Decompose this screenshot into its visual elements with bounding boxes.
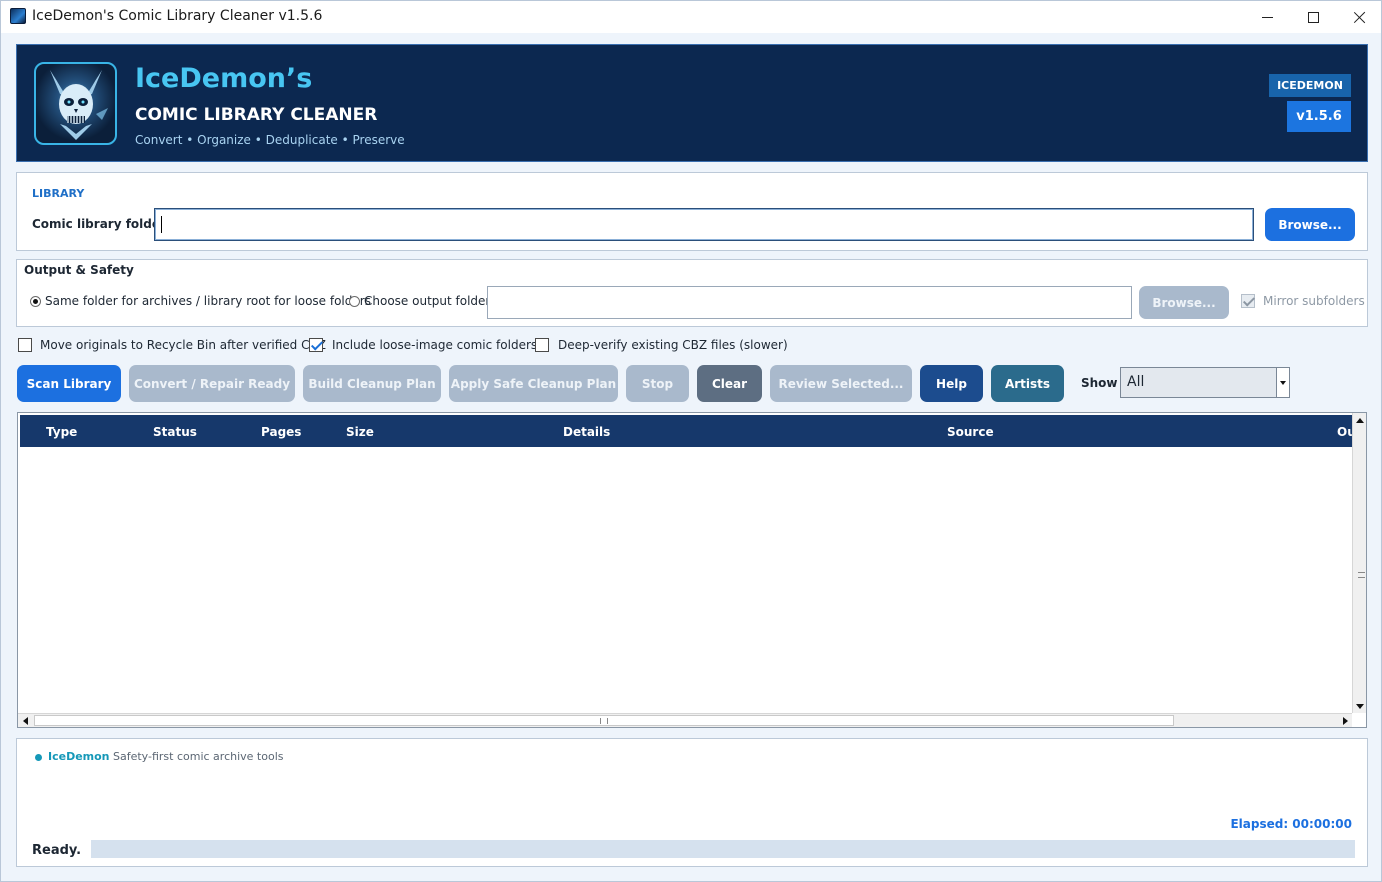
footer-brand: IceDemon bbox=[48, 750, 110, 763]
title-bar[interactable]: IceDemon's Comic Library Cleaner v1.5.6 bbox=[1, 1, 1381, 33]
close-icon bbox=[1353, 11, 1366, 24]
artists-button[interactable]: Artists bbox=[991, 365, 1064, 402]
include-loose-folders-checkbox[interactable] bbox=[309, 338, 323, 352]
review-selected-button[interactable]: Review Selected... bbox=[770, 365, 912, 402]
scroll-down-icon[interactable] bbox=[1353, 699, 1366, 713]
footer-tagline: Safety-first comic archive tools bbox=[113, 750, 284, 763]
recycle-originals-checkbox[interactable] bbox=[18, 338, 32, 352]
grip-icon bbox=[600, 718, 608, 724]
deep-verify-label[interactable]: Deep-verify existing CBZ files (slower) bbox=[558, 338, 788, 352]
app-icon bbox=[10, 8, 26, 24]
app-tagline: Convert • Organize • Deduplicate • Prese… bbox=[135, 133, 405, 147]
minimize-button[interactable] bbox=[1244, 1, 1290, 33]
output-section-title: Output & Safety bbox=[24, 263, 134, 277]
show-filter-label: Show bbox=[1081, 376, 1118, 390]
help-button[interactable]: Help bbox=[920, 365, 983, 402]
chevron-down-icon[interactable] bbox=[1276, 368, 1289, 397]
window-title: IceDemon's Comic Library Cleaner v1.5.6 bbox=[32, 8, 323, 24]
column-header-size[interactable]: Size bbox=[346, 425, 374, 439]
column-header-details[interactable]: Details bbox=[563, 425, 610, 439]
radio-choose-output[interactable] bbox=[349, 296, 360, 307]
library-browse-button[interactable]: Browse... bbox=[1265, 208, 1355, 241]
text-caret bbox=[161, 216, 162, 233]
show-filter-select[interactable]: All bbox=[1120, 367, 1290, 398]
library-panel: LIBRARY Comic library folder Browse... bbox=[16, 172, 1368, 251]
brand-dot-icon bbox=[35, 754, 42, 761]
stop-button[interactable]: Stop bbox=[626, 365, 689, 402]
header-banner: IceDemon’s COMIC LIBRARY CLEANER Convert… bbox=[16, 44, 1368, 162]
show-filter-value: All bbox=[1127, 374, 1145, 390]
recycle-originals-label[interactable]: Move originals to Recycle Bin after veri… bbox=[40, 338, 326, 352]
library-folder-label: Comic library folder bbox=[32, 217, 166, 231]
vertical-scrollbar[interactable] bbox=[1352, 413, 1366, 713]
column-header-output[interactable]: Ou bbox=[1337, 425, 1352, 439]
radio-same-folder-label[interactable]: Same folder for archives / library root … bbox=[45, 294, 371, 308]
version-badge: v1.5.6 bbox=[1287, 101, 1351, 132]
brand-name: IceDemon’s bbox=[135, 63, 313, 94]
vertical-scroll-thumb[interactable] bbox=[1355, 428, 1365, 698]
horizontal-scroll-thumb[interactable] bbox=[34, 715, 1174, 726]
scroll-left-icon[interactable] bbox=[18, 714, 32, 727]
app-window: IceDemon's Comic Library Cleaner v1.5.6 bbox=[0, 0, 1382, 882]
scan-library-button[interactable]: Scan Library bbox=[17, 365, 121, 402]
table-header: Type Status Pages Size Details Source Ou bbox=[20, 415, 1352, 447]
app-subtitle: COMIC LIBRARY CLEANER bbox=[135, 105, 378, 125]
elapsed-time: Elapsed: 00:00:00 bbox=[1230, 817, 1352, 831]
brand-badge: ICEDEMON bbox=[1269, 74, 1351, 97]
progress-bar bbox=[91, 840, 1355, 858]
demon-skull-logo-icon bbox=[34, 62, 117, 145]
scroll-right-icon[interactable] bbox=[1338, 714, 1352, 727]
column-header-source[interactable]: Source bbox=[947, 425, 994, 439]
maximize-button[interactable] bbox=[1290, 1, 1336, 33]
radio-choose-output-label[interactable]: Choose output folder: bbox=[364, 294, 494, 308]
status-text: Ready. bbox=[32, 843, 82, 858]
column-header-pages[interactable]: Pages bbox=[261, 425, 301, 439]
output-browse-button[interactable]: Browse... bbox=[1139, 286, 1229, 319]
apply-cleanup-plan-button[interactable]: Apply Safe Cleanup Plan bbox=[449, 365, 618, 402]
grip-icon bbox=[1358, 572, 1365, 578]
mirror-subfolders-label[interactable]: Mirror subfolders bbox=[1263, 294, 1365, 308]
scroll-up-icon[interactable] bbox=[1353, 413, 1366, 427]
results-table[interactable]: Type Status Pages Size Details Source Ou bbox=[17, 412, 1367, 728]
mirror-subfolders-checkbox[interactable] bbox=[1241, 294, 1255, 308]
output-safety-panel: Output & Safety Same folder for archives… bbox=[16, 259, 1368, 327]
output-folder-input[interactable] bbox=[487, 286, 1132, 319]
deep-verify-checkbox[interactable] bbox=[535, 338, 549, 352]
convert-repair-button[interactable]: Convert / Repair Ready bbox=[129, 365, 295, 402]
build-cleanup-plan-button[interactable]: Build Cleanup Plan bbox=[303, 365, 441, 402]
maximize-icon bbox=[1307, 11, 1319, 23]
include-loose-folders-label[interactable]: Include loose-image comic folders bbox=[332, 338, 537, 352]
library-folder-input[interactable] bbox=[154, 208, 1254, 241]
footer-panel: IceDemon Safety-first comic archive tool… bbox=[16, 738, 1368, 867]
column-header-type[interactable]: Type bbox=[46, 425, 77, 439]
radio-same-folder[interactable] bbox=[30, 296, 41, 307]
close-button[interactable] bbox=[1336, 1, 1382, 33]
clear-button[interactable]: Clear bbox=[697, 365, 762, 402]
library-section-label: LIBRARY bbox=[32, 187, 85, 200]
minimize-icon bbox=[1261, 16, 1273, 18]
horizontal-scrollbar[interactable] bbox=[18, 713, 1352, 727]
column-header-status[interactable]: Status bbox=[153, 425, 197, 439]
